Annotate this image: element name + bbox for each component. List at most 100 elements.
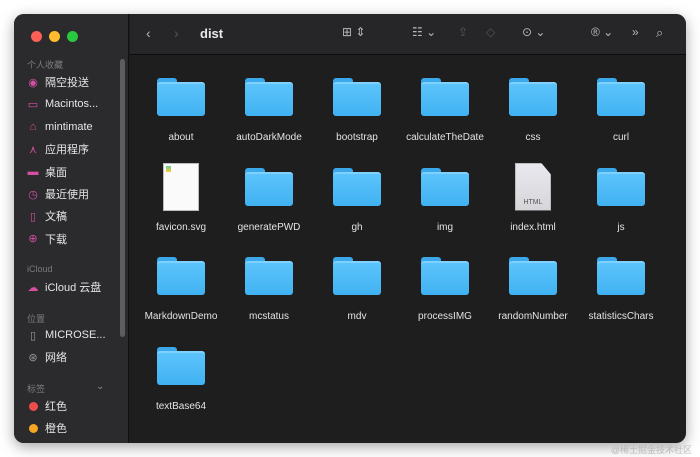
applications-icon: ⋏ [28,143,38,156]
folder-title: dist [200,26,224,41]
locations-header: 位置 [27,314,46,324]
sidebar-item-label: 红色 [45,401,67,413]
favorites-header: 个人收藏 [27,60,64,70]
sidebar-item[interactable]: ⊛ 网络 [27,348,67,366]
sidebar-item-label: 橙色 [45,423,67,435]
minimize-button[interactable] [49,31,60,42]
forward-button[interactable]: › [174,25,179,41]
sidebar-item-label: iCloud 云盘 [45,282,102,294]
registered-extension-button[interactable]: ® ⌄ [591,25,613,39]
group-button[interactable]: ☷ ⌄ [412,25,436,39]
file-item[interactable]: textBase64 [137,331,225,420]
sidebar: 个人收藏 iCloud 位置 标签 ⌄ ◉ 隔空投送 ▭ Macintos... ⌂ mi… [14,14,129,443]
file-icon: ▯ [29,329,37,342]
file-item[interactable]: calculateTheDate [401,62,489,151]
desktop-icon: ▬ [27,165,39,178]
sidebar-item[interactable]: ◷ 最近使用 [27,185,89,203]
sidebar-item[interactable]: ◉ 隔空投送 [27,73,89,91]
search-icon[interactable]: ⌕ [656,25,663,41]
folder-icon [245,167,293,206]
close-button[interactable] [31,31,42,42]
file-name: mcstatus [248,311,289,322]
window-controls [31,31,78,42]
file-name: autoDarkMode [236,132,302,143]
toolbar: ‹ › dist ⊞ ⇕ ☷ ⌄ ⇪ ◇ ⊙ ⌄ ® ⌄ » ⌕ [130,14,686,55]
harddisk-icon: ▭ [27,98,39,111]
sidebar-item-label: 桌面 [45,166,67,179]
folder-icon [333,257,381,295]
sidebar-item[interactable]: 红色 [27,397,67,415]
sidebar-item-label: 下载 [45,233,67,246]
file-name: generatePWD [237,221,301,233]
file-item[interactable]: mdv [313,241,401,330]
file-item[interactable]: js [577,152,665,241]
sidebar-item-label: Macintos... [45,98,99,111]
file-item[interactable]: mcstatus [225,241,313,330]
sidebar-item[interactable]: ☁ iCloud 云盘 [27,278,102,296]
file-name: calculateTheDate [406,132,484,143]
sidebar-item-label: 网络 [45,352,67,364]
finder-window: 个人收藏 iCloud 位置 标签 ⌄ ◉ 隔空投送 ▭ Macintos... ⌂ mi… [14,14,686,443]
share-icon[interactable]: ⇪ [458,25,468,39]
file-name: gh [351,221,363,233]
folder-icon [597,167,645,206]
back-button[interactable]: ‹ [146,25,151,41]
folder-icon [597,257,645,295]
more-actions-button[interactable]: ⊙ ⌄ [522,25,545,39]
sidebar-item[interactable]: ⌂ mintimate [27,118,93,136]
file-item[interactable]: statisticsChars [577,241,665,330]
folder-icon [421,257,469,295]
sidebar-item-label: mintimate [45,120,93,133]
sidebar-item[interactable]: ⊕ 下载 [27,230,67,248]
folder-icon [157,78,205,116]
sidebar-item[interactable]: 橙色 [27,419,67,437]
zoom-button[interactable] [67,31,78,42]
sidebar-item-label: 隔空投送 [45,77,89,89]
tags-header: 标签 [27,384,46,394]
folder-icon [421,78,469,116]
tags-collapse-chevron-icon[interactable]: ⌄ [96,381,104,392]
folder-icon [509,78,557,116]
file-item[interactable]: generatePWD [225,152,313,241]
file-name: randomNumber [498,311,568,322]
folder-icon [509,257,557,295]
icon-view-button[interactable]: ⊞ ⇕ [342,25,365,39]
sidebar-scrollbar[interactable] [120,59,125,337]
file-item[interactable]: gh [313,152,401,241]
file-item[interactable]: css [489,62,577,151]
file-name: img [436,221,454,233]
file-item[interactable]: bootstrap [313,62,401,151]
sidebar-item[interactable]: ▯ MICROSE... [27,326,106,344]
file-item[interactable]: autoDarkMode [225,62,313,151]
svg-file-icon [163,162,199,211]
folder-icon [421,167,469,206]
file-item[interactable]: img [401,152,489,241]
file-item[interactable]: MarkdownDemo [137,241,225,330]
file-name: processIMG [418,311,472,322]
document-icon: ▯ [29,210,37,223]
file-item[interactable]: randomNumber [489,241,577,330]
file-name: index.html [510,221,556,233]
tag-icon[interactable]: ◇ [486,25,495,39]
cloud-icon: ☁ [27,281,39,294]
file-item[interactable]: favicon.svg [137,152,225,241]
sidebar-item-label: MICROSE... [45,329,106,341]
sidebar-item-label: 应用程序 [45,144,89,157]
file-type-badge: HTML [523,198,543,206]
sidebar-item[interactable]: ▯ 文稿 [27,207,67,225]
file-name: bootstrap [336,132,378,143]
file-item[interactable]: processIMG [401,241,489,330]
file-item[interactable]: HTML index.html [489,152,577,241]
overflow-chevrons-icon[interactable]: » [632,25,639,39]
sidebar-item[interactable]: ▬ 桌面 [27,163,68,181]
file-name: textBase64 [155,400,207,412]
file-name: about [168,132,194,143]
html-file-icon: HTML [515,162,551,211]
sidebar-item[interactable]: ⋏ 应用程序 [27,140,89,158]
file-item[interactable]: about [137,62,225,151]
sidebar-item[interactable]: ▭ Macintos... [27,95,98,113]
sidebar-item-label: 最近使用 [45,189,89,201]
folder-icon [157,257,205,295]
globe-icon: ⊛ [28,351,38,364]
file-item[interactable]: curl [577,62,665,151]
